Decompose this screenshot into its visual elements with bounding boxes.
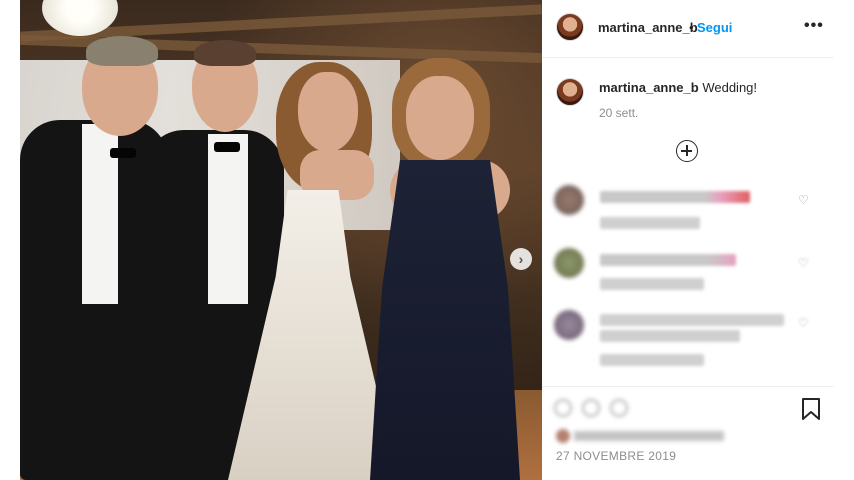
caption-text: Wedding! — [702, 80, 758, 95]
avatar[interactable] — [556, 13, 584, 41]
list-item: ♡ — [554, 185, 824, 245]
blurred-comment-meta — [600, 217, 700, 229]
avatar — [554, 185, 584, 215]
caption-time[interactable]: 20 sett. — [599, 106, 638, 120]
post-date[interactable]: 27 NOVEMBRE 2019 — [556, 449, 676, 463]
blurred-comment — [600, 191, 750, 203]
post-photo[interactable]: › — [20, 0, 542, 480]
heart-icon[interactable]: ♡ — [798, 193, 809, 207]
heart-icon[interactable]: ♡ — [798, 256, 809, 270]
blurred-action-icons[interactable] — [554, 399, 654, 421]
avatar[interactable] — [556, 78, 584, 106]
post-side-panel: martina_anne_b • Segui ••• martina_anne_… — [542, 0, 834, 480]
blurred-comment-meta — [600, 278, 704, 290]
heart-icon[interactable]: ♡ — [798, 316, 809, 330]
caption-username[interactable]: martina_anne_b — [599, 80, 699, 95]
next-photo-button[interactable]: › — [510, 248, 532, 270]
avatar — [554, 248, 584, 278]
blurred-comment — [600, 330, 740, 342]
username-link[interactable]: martina_anne_b — [598, 20, 698, 35]
post-header: martina_anne_b • Segui ••• — [542, 0, 834, 58]
blurred-comment-meta — [600, 354, 704, 366]
caption-line: martina_anne_b Wedding! — [599, 80, 757, 95]
avatar — [554, 310, 584, 340]
blurred-comment — [600, 314, 784, 326]
blurred-likes[interactable] — [556, 429, 736, 443]
blurred-comment — [600, 254, 736, 266]
plus-circle-icon[interactable] — [676, 140, 698, 162]
follow-button[interactable]: Segui — [697, 20, 732, 35]
more-options-icon[interactable]: ••• — [804, 17, 824, 35]
list-item: ♡ — [554, 310, 824, 370]
separator-dot: • — [689, 20, 694, 35]
post-actions: 27 NOVEMBRE 2019 — [542, 386, 834, 480]
bookmark-icon[interactable] — [800, 397, 822, 421]
list-item: ♡ — [554, 248, 824, 308]
